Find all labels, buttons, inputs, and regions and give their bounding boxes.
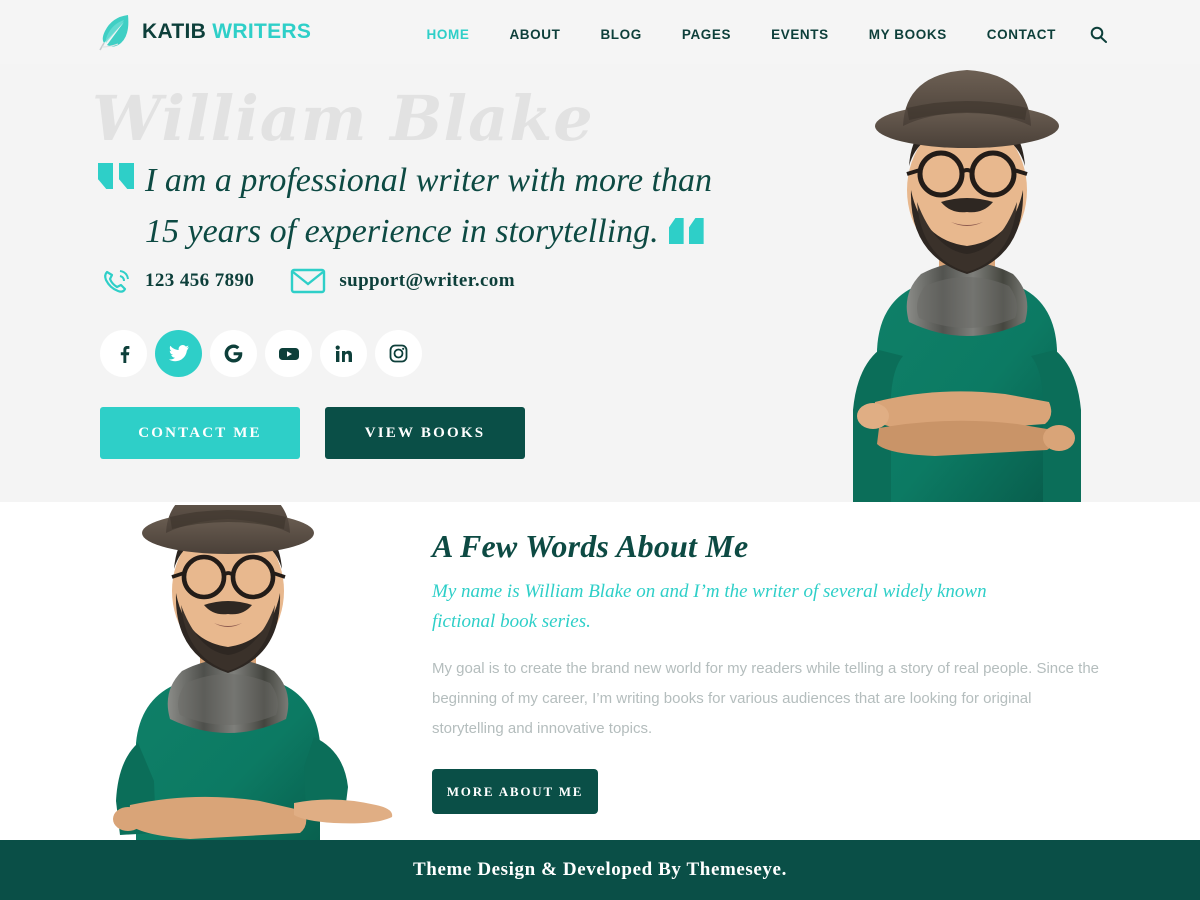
hero-name-watermark: William Blake — [92, 82, 594, 155]
logo-secondary: WRITERS — [212, 20, 312, 43]
about-text-block: A Few Words About Me My name is William … — [432, 528, 1122, 814]
email-contact[interactable]: support@writer.com — [290, 267, 515, 295]
nav-item-contact[interactable]: CONTACT — [967, 27, 1076, 42]
about-paragraph: My goal is to create the brand new world… — [432, 660, 1100, 737]
quote-close-icon — [668, 218, 704, 244]
site-header: KATIB WRITERS HOME ABOUT BLOG PAGES EVEN… — [0, 0, 1200, 64]
hero-quote: I am a professional writer with more tha… — [145, 155, 785, 257]
google-icon — [224, 344, 243, 363]
nav-item-about[interactable]: ABOUT — [489, 27, 580, 42]
hero-portrait-image — [853, 70, 1081, 502]
nav-item-home[interactable]: HOME — [407, 27, 490, 42]
hero-section: William Blake I am a professional writer… — [0, 0, 1200, 502]
email-address: support@writer.com — [339, 270, 515, 291]
nav-item-events[interactable]: EVENTS — [751, 27, 849, 42]
logo-text: KATIB WRITERS — [142, 20, 311, 44]
view-books-button[interactable]: VIEW BOOKS — [325, 407, 525, 459]
hero-contact-row: 123 456 7890 support@writer.com — [100, 265, 515, 297]
phone-icon — [104, 270, 129, 293]
social-google[interactable] — [210, 330, 257, 377]
instagram-icon — [389, 344, 408, 363]
footer-credit: Theme Design & Developed By Themeseye. — [413, 859, 787, 880]
phone-contact[interactable]: 123 456 7890 — [100, 265, 254, 297]
contact-me-button[interactable]: CONTACT ME — [100, 407, 300, 459]
twitter-icon — [168, 344, 189, 361]
logo-primary: KATIB — [142, 20, 207, 43]
about-section: A Few Words About Me My name is William … — [0, 502, 1200, 840]
nav-item-my-books[interactable]: MY BOOKS — [849, 27, 967, 42]
main-navigation: HOME ABOUT BLOG PAGES EVENTS MY BOOKS CO… — [407, 24, 1108, 44]
quill-feather-icon — [99, 15, 129, 51]
social-linkedin[interactable] — [320, 330, 367, 377]
more-about-me-button[interactable]: MORE ABOUT ME — [432, 769, 598, 814]
youtube-icon — [278, 347, 299, 360]
quote-open-icon — [98, 163, 134, 189]
hero-cta-buttons: CONTACT ME VIEW BOOKS — [100, 407, 525, 459]
hero-quote-line2: 15 years of experience in storytelling. — [145, 213, 659, 250]
facebook-icon — [120, 345, 129, 363]
social-youtube[interactable] — [265, 330, 312, 377]
nav-item-blog[interactable]: BLOG — [580, 27, 661, 42]
envelope-icon — [291, 268, 326, 294]
about-portrait-image — [113, 505, 393, 840]
hero-quote-line1: I am a professional writer with more tha… — [145, 162, 712, 199]
social-twitter[interactable] — [155, 330, 202, 377]
social-facebook[interactable] — [100, 330, 147, 377]
nav-item-pages[interactable]: PAGES — [662, 27, 751, 42]
search-icon — [1090, 26, 1107, 43]
about-title: A Few Words About Me — [432, 528, 749, 564]
about-subtitle: My name is William Blake on and I’m the … — [432, 581, 987, 632]
linkedin-icon — [335, 345, 352, 362]
social-instagram[interactable] — [375, 330, 422, 377]
site-footer: Theme Design & Developed By Themeseye. — [0, 840, 1200, 900]
site-logo[interactable]: KATIB WRITERS — [98, 12, 311, 52]
search-button[interactable] — [1088, 24, 1108, 44]
phone-number: 123 456 7890 — [145, 270, 255, 291]
social-links — [100, 330, 422, 377]
